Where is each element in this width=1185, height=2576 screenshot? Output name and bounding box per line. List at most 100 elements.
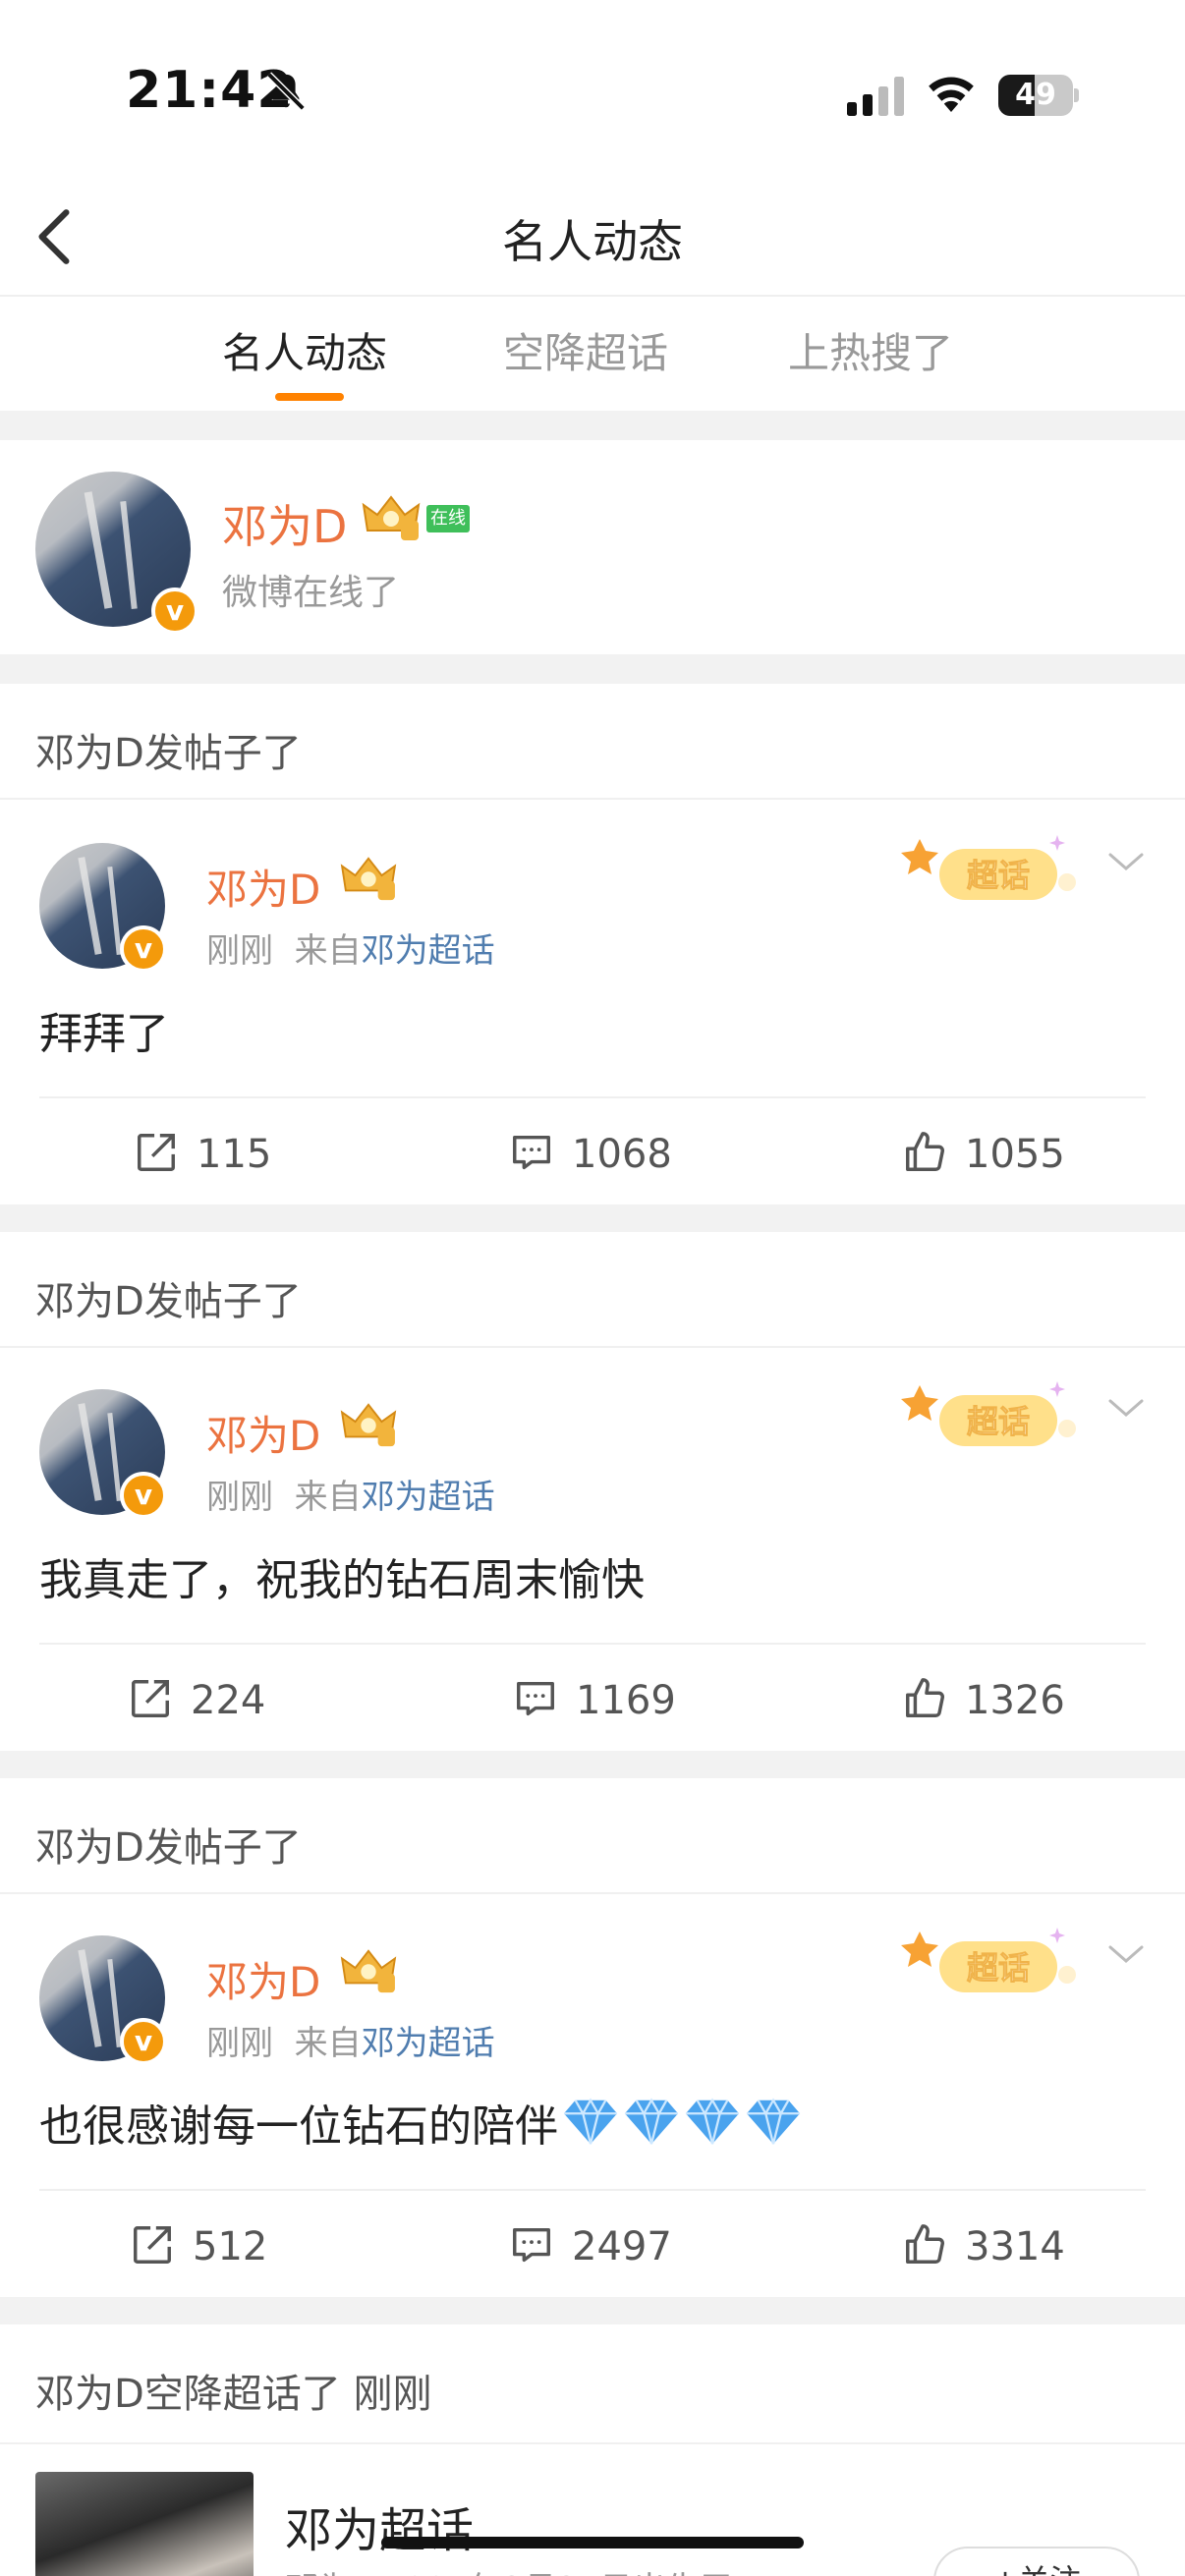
- divider: [39, 1096, 1146, 1098]
- tab-celebrity-updates[interactable]: 名人动态: [222, 320, 387, 380]
- user-name[interactable]: 邓为D: [222, 491, 347, 556]
- battery-percentage: 49: [1015, 78, 1056, 112]
- divider: [39, 1643, 1146, 1645]
- comment-icon: [513, 2227, 550, 2263]
- home-indicator: [381, 2537, 804, 2548]
- crown-icon: [340, 857, 397, 901]
- post-text: 也很感谢每一位钻石的陪伴: [39, 2091, 802, 2154]
- post-text: 我真走了，祝我的钻石周末愉快: [39, 1555, 645, 1605]
- tab-trending[interactable]: 上热搜了: [788, 320, 953, 380]
- source-prefix: 来自: [294, 931, 362, 971]
- supertopic-badge-icon[interactable]: 超话: [900, 1372, 1087, 1460]
- post-time: 刚刚: [206, 1478, 273, 1517]
- verified-badge-icon: v: [120, 1472, 167, 1519]
- repost-icon: [138, 1134, 175, 1171]
- tab-bar: 名人动态 空降超话 上热搜了: [0, 297, 1185, 411]
- diamond-emoji-icon: [685, 2098, 740, 2145]
- section-gap: [0, 654, 1185, 684]
- source-link[interactable]: 邓为超话: [362, 2024, 495, 2063]
- thumbs-up-icon: [906, 1132, 944, 1171]
- chevron-down-icon[interactable]: [1104, 1939, 1148, 1969]
- section-gap: [0, 1751, 1185, 1778]
- post-time: 刚刚: [206, 2024, 273, 2063]
- post-card[interactable]: v 邓为D 刚刚 来自邓为超话 超话 我真走了，祝我的钻石周末愉快 224 11…: [0, 1348, 1185, 1751]
- crown-icon: [340, 1949, 397, 1993]
- repost-count: 115: [197, 1132, 272, 1177]
- comment-count: 1169: [576, 1678, 676, 1723]
- repost-count: 224: [191, 1678, 266, 1723]
- comment-count: 2497: [572, 2224, 672, 2269]
- post-section-header: 邓为D发帖子了: [0, 684, 1185, 800]
- section-gap: [0, 2297, 1185, 2324]
- nav-bar: 名人动态: [0, 177, 1185, 297]
- user-name[interactable]: 邓为D: [206, 1403, 320, 1463]
- post-card[interactable]: v 邓为D 刚刚 来自邓为超话 超话 也很感谢每一位钻石的陪伴 512 2497…: [0, 1894, 1185, 2297]
- comment-count: 1068: [572, 1132, 672, 1177]
- like-count: 3314: [965, 2224, 1065, 2269]
- online-status-card[interactable]: v 邓为D 在线 微博在线了: [0, 440, 1185, 654]
- repost-count: 512: [193, 2224, 268, 2269]
- supertopic-badge-label: 超话: [967, 1949, 1030, 1987]
- supertopic-subtitle: 邓为 · 1995年2月26日出生于...: [285, 2562, 764, 2576]
- section-gap: [0, 411, 1185, 440]
- status-bar: 21:42 49: [0, 0, 1185, 177]
- post-time: 刚刚: [206, 931, 273, 971]
- verified-badge-icon: v: [151, 588, 198, 635]
- signal-icon: [847, 77, 904, 116]
- supertopic-card[interactable]: 邓为超话 邓为 · 1995年2月26日出生于... +关注: [0, 2444, 1185, 2576]
- diamond-emoji-icon: [624, 2098, 679, 2145]
- thumbs-up-icon: [906, 1678, 944, 1717]
- supertopic-badge-icon[interactable]: 超话: [900, 1918, 1087, 2006]
- supertopic-section-header: 邓为D空降超话了 刚刚: [0, 2324, 1185, 2444]
- post-meta: 刚刚 来自邓为超话: [206, 1470, 495, 1518]
- wifi-icon: [929, 77, 974, 112]
- verified-badge-icon: v: [120, 925, 167, 973]
- verified-badge-icon: v: [120, 2018, 167, 2065]
- diamond-emoji-icon: [746, 2098, 801, 2145]
- active-tab-indicator: [275, 393, 344, 401]
- chevron-down-icon[interactable]: [1104, 847, 1148, 876]
- battery-indicator: 49: [998, 75, 1079, 116]
- user-name[interactable]: 邓为D: [206, 857, 320, 917]
- post-section-header: 邓为D发帖子了: [0, 1232, 1185, 1348]
- section-header-text: 邓为D发帖子了: [35, 1279, 302, 1324]
- tab-supertopic-drops[interactable]: 空降超话: [503, 320, 668, 380]
- source-prefix: 来自: [294, 2024, 362, 2063]
- post-text-content: 也很感谢每一位钻石的陪伴: [39, 2101, 558, 2152]
- like-count: 1326: [965, 1678, 1065, 1723]
- like-count: 1055: [965, 1132, 1065, 1177]
- thumbs-up-icon: [906, 2224, 944, 2264]
- post-meta: 刚刚 来自邓为超话: [206, 2016, 495, 2064]
- repost-icon: [134, 2226, 171, 2264]
- repost-icon: [132, 1680, 169, 1717]
- section-header-text: 邓为D发帖子了: [35, 731, 302, 776]
- supertopic-badge-label: 超话: [967, 857, 1030, 894]
- source-link[interactable]: 邓为超话: [362, 1478, 495, 1517]
- divider: [39, 2189, 1146, 2191]
- comment-icon: [513, 1135, 550, 1170]
- crown-icon: [362, 495, 421, 540]
- section-header-text: 邓为D发帖子了: [35, 1825, 302, 1871]
- chevron-down-icon[interactable]: [1104, 1393, 1148, 1423]
- comment-icon: [517, 1681, 554, 1716]
- user-name[interactable]: 邓为D: [206, 1949, 320, 2009]
- post-section-header: 邓为D发帖子了: [0, 1778, 1185, 1894]
- source-prefix: 来自: [294, 1478, 362, 1517]
- section-header-text: 邓为D空降超话了 刚刚: [35, 2372, 432, 2417]
- online-badge: 在线: [426, 505, 470, 532]
- source-link[interactable]: 邓为超话: [362, 931, 495, 971]
- section-gap: [0, 1204, 1185, 1232]
- follow-button[interactable]: +关注: [933, 2547, 1140, 2576]
- post-text: 拜拜了: [39, 1009, 169, 1059]
- post-meta: 刚刚 来自邓为超话: [206, 924, 495, 972]
- page-title: 名人动态: [502, 215, 683, 268]
- crown-icon: [340, 1403, 397, 1447]
- bell-slash-icon: [266, 72, 306, 111]
- diamond-emoji-icon: [563, 2098, 618, 2145]
- supertopic-badge-icon[interactable]: 超话: [900, 825, 1087, 914]
- post-card[interactable]: v 邓为D 刚刚 来自邓为超话 超话 拜拜了 115 1068 1055: [0, 802, 1185, 1204]
- supertopic-thumbnail[interactable]: [35, 2472, 254, 2576]
- online-status-text: 微博在线了: [222, 573, 400, 613]
- supertopic-badge-label: 超话: [967, 1403, 1030, 1440]
- supertopic-title[interactable]: 邓为超话: [285, 2492, 474, 2560]
